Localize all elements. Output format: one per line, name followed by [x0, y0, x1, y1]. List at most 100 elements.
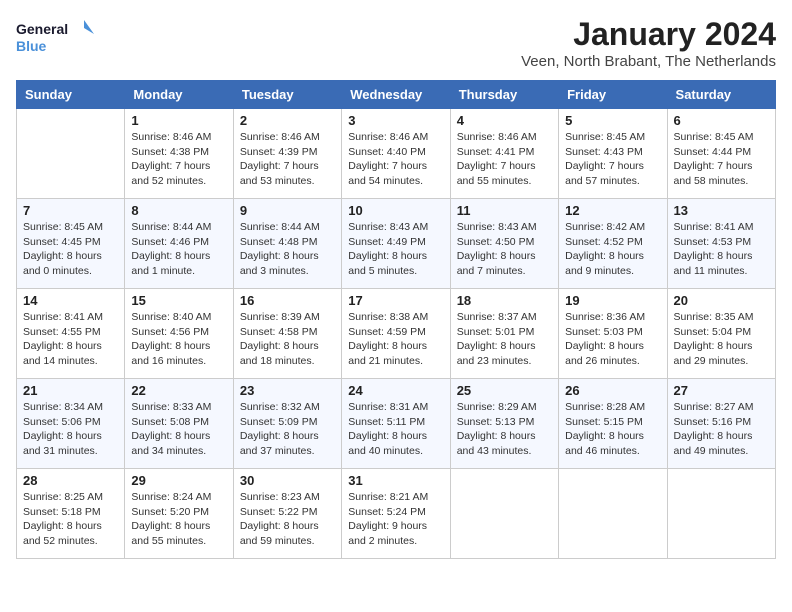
day-number: 28: [23, 473, 118, 488]
calendar-cell: 25Sunrise: 8:29 AMSunset: 5:13 PMDayligh…: [450, 379, 558, 469]
day-info: Sunrise: 8:33 AMSunset: 5:08 PMDaylight:…: [131, 400, 226, 459]
day-info: Sunrise: 8:45 AMSunset: 4:44 PMDaylight:…: [674, 130, 769, 189]
week-row-3: 14Sunrise: 8:41 AMSunset: 4:55 PMDayligh…: [17, 289, 776, 379]
calendar-cell: 4Sunrise: 8:46 AMSunset: 4:41 PMDaylight…: [450, 109, 558, 199]
title-area: January 2024 Veen, North Brabant, The Ne…: [521, 16, 776, 70]
calendar-cell: 15 Sunrise: 8:40 AMSunset: 4:56 PMDayligh…: [125, 289, 233, 379]
day-info: Sunrise: 8:37 AMSunset: 5:01 PMDaylight:…: [457, 310, 552, 369]
calendar-cell: 3 Sunrise: 8:46 AMSunset: 4:40 PMDaylight…: [342, 109, 450, 199]
day-number: 30: [240, 473, 335, 488]
day-number: 29: [131, 473, 226, 488]
calendar-cell: 14Sunrise: 8:41 AMSunset: 4:55 PMDayligh…: [17, 289, 125, 379]
weekday-header-tuesday: Tuesday: [233, 81, 341, 109]
calendar-cell: [559, 469, 667, 559]
calendar-cell: 31 Sunrise: 8:21 AMSunset: 5:24 PMDayligh…: [342, 469, 450, 559]
day-number: 15: [131, 293, 226, 308]
subtitle: Veen, North Brabant, The Netherlands: [521, 53, 776, 70]
week-row-1: 1Sunrise: 8:46 AMSunset: 4:38 PMDaylight…: [17, 109, 776, 199]
calendar-cell: 18 Sunrise: 8:37 AMSunset: 5:01 PMDayligh…: [450, 289, 558, 379]
day-number: 20: [674, 293, 769, 308]
day-info: Sunrise: 8:35 AMSunset: 5:04 PMDaylight:…: [674, 310, 769, 369]
calendar-cell: 2Sunrise: 8:46 AMSunset: 4:39 PMDaylight…: [233, 109, 341, 199]
day-info: Sunrise: 8:29 AMSunset: 5:13 PMDaylight:…: [457, 400, 552, 459]
svg-text:General: General: [16, 21, 68, 37]
calendar-cell: 9 Sunrise: 8:44 AMSunset: 4:48 PMDaylight…: [233, 199, 341, 289]
calendar-cell: 19Sunrise: 8:36 AMSunset: 5:03 PMDayligh…: [559, 289, 667, 379]
day-number: 16: [240, 293, 335, 308]
day-number: 4: [457, 113, 552, 128]
calendar-cell: 7 Sunrise: 8:45 AMSunset: 4:45 PMDaylight…: [17, 199, 125, 289]
day-info: Sunrise: 8:43 AMSunset: 4:50 PMDaylight:…: [457, 220, 552, 279]
day-info: Sunrise: 8:38 AMSunset: 4:59 PMDaylight:…: [348, 310, 443, 369]
calendar-cell: 21 Sunrise: 8:34 AMSunset: 5:06 PMDayligh…: [17, 379, 125, 469]
weekday-header-thursday: Thursday: [450, 81, 558, 109]
calendar-cell: 12 Sunrise: 8:42 AMSunset: 4:52 PMDayligh…: [559, 199, 667, 289]
week-row-5: 28 Sunrise: 8:25 AMSunset: 5:18 PMDayligh…: [17, 469, 776, 559]
weekday-header-saturday: Saturday: [667, 81, 775, 109]
day-info: Sunrise: 8:32 AMSunset: 5:09 PMDaylight:…: [240, 400, 335, 459]
day-number: 24: [348, 383, 443, 398]
day-number: 13: [674, 203, 769, 218]
day-number: 10: [348, 203, 443, 218]
day-number: 7: [23, 203, 118, 218]
weekday-header-friday: Friday: [559, 81, 667, 109]
calendar-cell: 6 Sunrise: 8:45 AMSunset: 4:44 PMDaylight…: [667, 109, 775, 199]
day-info: Sunrise: 8:41 AMSunset: 4:55 PMDaylight:…: [23, 310, 118, 369]
day-number: 2: [240, 113, 335, 128]
day-number: 9: [240, 203, 335, 218]
day-info: Sunrise: 8:28 AMSunset: 5:15 PMDaylight:…: [565, 400, 660, 459]
calendar-cell: 27 Sunrise: 8:27 AMSunset: 5:16 PMDayligh…: [667, 379, 775, 469]
weekday-header-row: SundayMondayTuesdayWednesdayThursdayFrid…: [17, 81, 776, 109]
day-info: Sunrise: 8:21 AMSunset: 5:24 PMDaylight:…: [348, 490, 443, 549]
calendar-cell: 29 Sunrise: 8:24 AMSunset: 5:20 PMDayligh…: [125, 469, 233, 559]
calendar-cell: 8Sunrise: 8:44 AMSunset: 4:46 PMDaylight…: [125, 199, 233, 289]
calendar-cell: 17 Sunrise: 8:38 AMSunset: 4:59 PMDayligh…: [342, 289, 450, 379]
day-info: Sunrise: 8:46 AMSunset: 4:40 PMDaylight:…: [348, 130, 443, 189]
weekday-header-monday: Monday: [125, 81, 233, 109]
day-info: Sunrise: 8:44 AMSunset: 4:46 PMDaylight:…: [131, 220, 226, 279]
day-info: Sunrise: 8:27 AMSunset: 5:16 PMDaylight:…: [674, 400, 769, 459]
day-info: Sunrise: 8:40 AMSunset: 4:56 PMDaylight:…: [131, 310, 226, 369]
calendar-cell: 26Sunrise: 8:28 AMSunset: 5:15 PMDayligh…: [559, 379, 667, 469]
calendar-cell: 5 Sunrise: 8:45 AMSunset: 4:43 PMDaylight…: [559, 109, 667, 199]
day-number: 23: [240, 383, 335, 398]
day-number: 31: [348, 473, 443, 488]
day-number: 6: [674, 113, 769, 128]
calendar-cell: [17, 109, 125, 199]
calendar-cell: 10 Sunrise: 8:43 AMSunset: 4:49 PMDayligh…: [342, 199, 450, 289]
header: General Blue January 2024 Veen, North Br…: [16, 16, 776, 70]
day-info: Sunrise: 8:45 AMSunset: 4:43 PMDaylight:…: [565, 130, 660, 189]
day-number: 21: [23, 383, 118, 398]
day-info: Sunrise: 8:23 AMSunset: 5:22 PMDaylight:…: [240, 490, 335, 549]
weekday-header-sunday: Sunday: [17, 81, 125, 109]
day-number: 1: [131, 113, 226, 128]
day-number: 5: [565, 113, 660, 128]
calendar-cell: [450, 469, 558, 559]
week-row-2: 7 Sunrise: 8:45 AMSunset: 4:45 PMDaylight…: [17, 199, 776, 289]
day-info: Sunrise: 8:44 AMSunset: 4:48 PMDaylight:…: [240, 220, 335, 279]
day-info: Sunrise: 8:43 AMSunset: 4:49 PMDaylight:…: [348, 220, 443, 279]
svg-text:Blue: Blue: [16, 38, 47, 54]
day-number: 18: [457, 293, 552, 308]
calendar-cell: 11Sunrise: 8:43 AMSunset: 4:50 PMDayligh…: [450, 199, 558, 289]
day-info: Sunrise: 8:45 AMSunset: 4:45 PMDaylight:…: [23, 220, 118, 279]
calendar: SundayMondayTuesdayWednesdayThursdayFrid…: [16, 80, 776, 559]
day-number: 3: [348, 113, 443, 128]
calendar-cell: 1Sunrise: 8:46 AMSunset: 4:38 PMDaylight…: [125, 109, 233, 199]
calendar-cell: 16Sunrise: 8:39 AMSunset: 4:58 PMDayligh…: [233, 289, 341, 379]
calendar-cell: 30 Sunrise: 8:23 AMSunset: 5:22 PMDayligh…: [233, 469, 341, 559]
day-info: Sunrise: 8:24 AMSunset: 5:20 PMDaylight:…: [131, 490, 226, 549]
logo-icon: General Blue: [16, 16, 96, 58]
day-number: 27: [674, 383, 769, 398]
day-number: 12: [565, 203, 660, 218]
day-info: Sunrise: 8:31 AMSunset: 5:11 PMDaylight:…: [348, 400, 443, 459]
day-info: Sunrise: 8:34 AMSunset: 5:06 PMDaylight:…: [23, 400, 118, 459]
day-info: Sunrise: 8:42 AMSunset: 4:52 PMDaylight:…: [565, 220, 660, 279]
day-number: 22: [131, 383, 226, 398]
main-title: January 2024: [521, 16, 776, 53]
day-info: Sunrise: 8:41 AMSunset: 4:53 PMDaylight:…: [674, 220, 769, 279]
day-info: Sunrise: 8:25 AMSunset: 5:18 PMDaylight:…: [23, 490, 118, 549]
calendar-cell: 28 Sunrise: 8:25 AMSunset: 5:18 PMDayligh…: [17, 469, 125, 559]
day-number: 17: [348, 293, 443, 308]
day-number: 19: [565, 293, 660, 308]
